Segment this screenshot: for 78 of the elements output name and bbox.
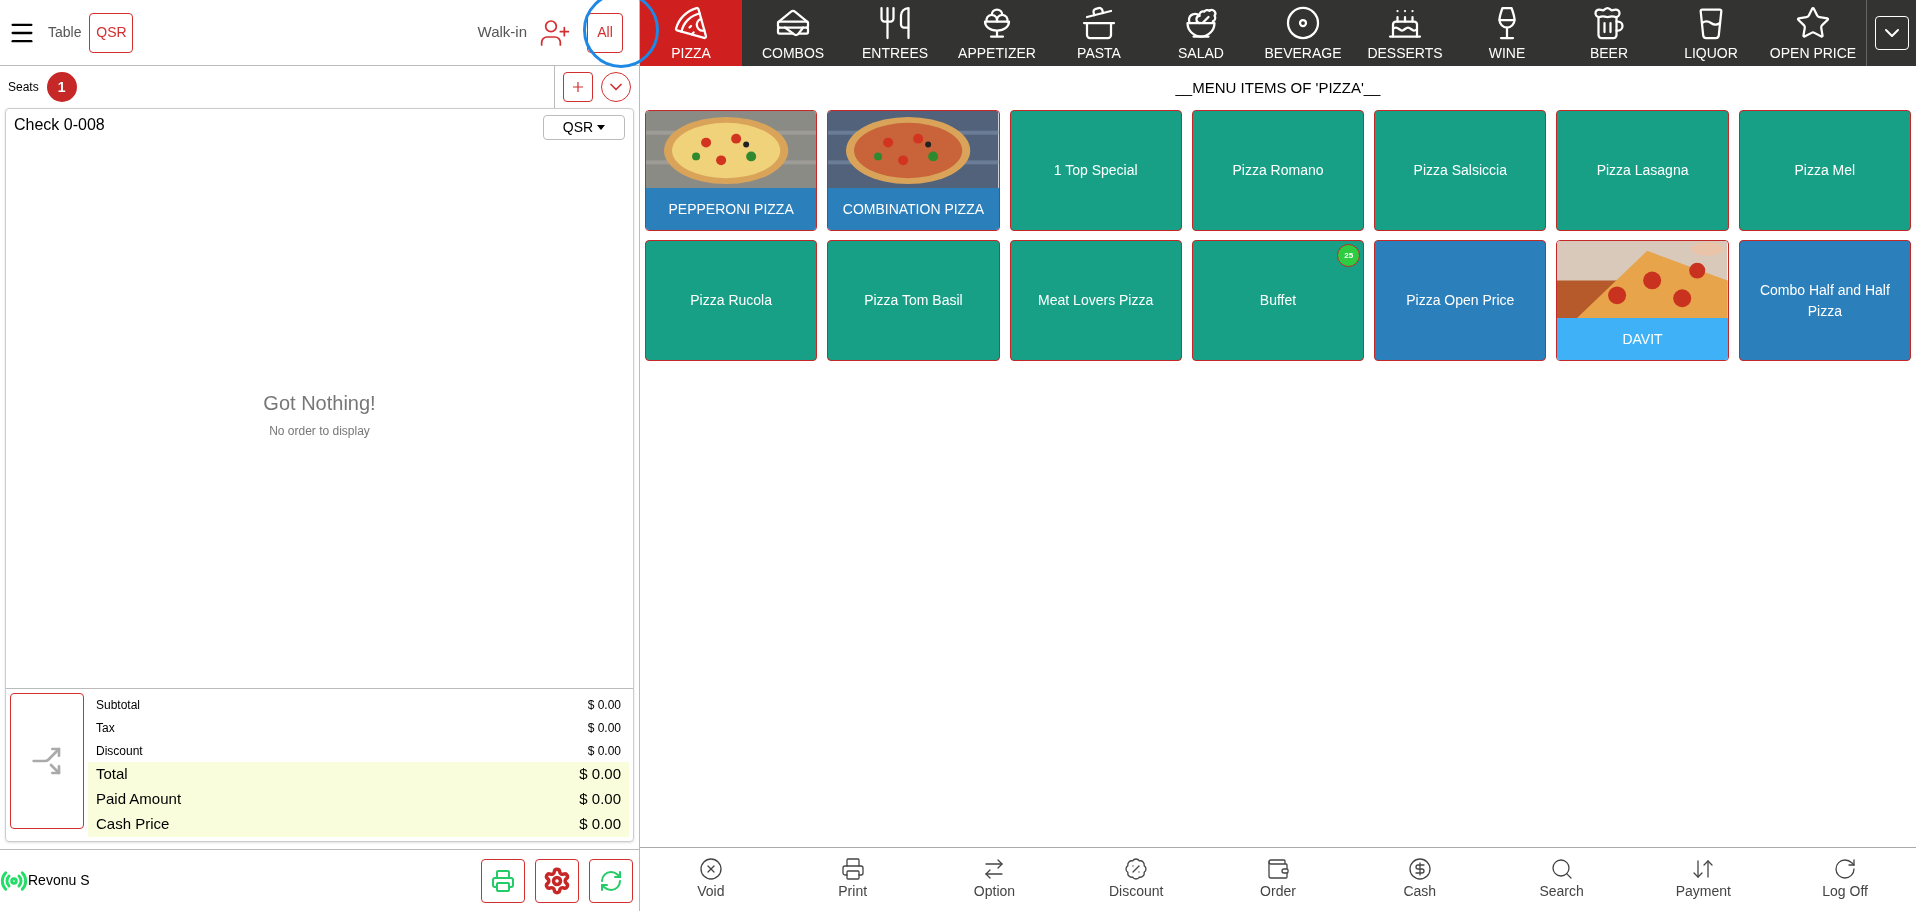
more-categories-button[interactable]: [1874, 16, 1909, 50]
menu-item-tile[interactable]: Combo Half and Half Pizza: [1738, 240, 1911, 361]
utensils-icon: [877, 5, 913, 41]
printer-button[interactable]: [481, 858, 525, 903]
search-icon: [1549, 857, 1574, 881]
dollar-icon: [1407, 857, 1432, 881]
total-value: $ 0.00: [587, 742, 621, 760]
printer-icon: [491, 868, 515, 893]
seat-count-badge[interactable]: 1: [46, 72, 77, 102]
total-value: $ 0.00: [587, 696, 621, 714]
category-tab[interactable]: BEER: [1558, 0, 1660, 66]
toolbar-button[interactable]: Cash: [1348, 857, 1491, 902]
total-label: Tax: [96, 719, 115, 737]
total-label: Paid Amount: [96, 789, 182, 810]
category-tab[interactable]: COMBOS: [742, 0, 844, 66]
filter-button[interactable]: All: [587, 12, 623, 53]
category-tab[interactable]: BEVERAGE: [1252, 0, 1354, 66]
check-title: Check 0-008: [14, 115, 105, 135]
category-tab[interactable]: PIZZA: [640, 0, 742, 66]
total-value: $ 0.00: [579, 814, 621, 835]
split-icon: [31, 745, 63, 777]
category-tab[interactable]: WINE: [1456, 0, 1558, 66]
status-label: Revonu S: [28, 871, 90, 890]
caret-icon: [597, 125, 606, 130]
total-value: $ 0.00: [579, 764, 621, 785]
disc-icon: [1285, 5, 1321, 41]
toolbar-button[interactable]: Payment: [1632, 857, 1775, 902]
printer-icon: [840, 857, 865, 881]
settings-icon: [543, 866, 571, 895]
refresh-arrow-icon: [1833, 857, 1858, 881]
menu-item-tile[interactable]: PEPPERONI PIZZA: [645, 110, 818, 231]
category-tab[interactable]: LIQUOR: [1660, 0, 1762, 66]
category-tab[interactable]: DESSERTS: [1354, 0, 1456, 66]
toolbar-button[interactable]: Log Off: [1774, 857, 1916, 902]
menu-item-tile[interactable]: Pizza Open Price: [1374, 240, 1547, 361]
toolbar-button[interactable]: Discount: [1065, 857, 1208, 902]
pot-icon: [1081, 5, 1117, 41]
table-label: Table: [48, 23, 82, 42]
settings-button[interactable]: [535, 858, 579, 903]
beer-mug-icon: [1591, 5, 1627, 41]
check-type-dropdown[interactable]: QSR: [543, 115, 625, 140]
sync-icon: [599, 868, 623, 893]
percent-icon: [1124, 857, 1149, 881]
menu-item-label: PEPPERONI PIZZA: [646, 188, 817, 230]
add-seat-button[interactable]: [563, 72, 593, 102]
category-tab[interactable]: ENTREES: [844, 0, 946, 66]
split-button[interactable]: [10, 693, 84, 829]
empty-subtitle: No order to display: [269, 423, 370, 440]
category-tab[interactable]: OPEN PRICE: [1762, 0, 1864, 66]
category-tab[interactable]: PASTA: [1048, 0, 1150, 66]
sync-button[interactable]: [589, 858, 633, 903]
total-value: $ 0.00: [587, 719, 621, 737]
total-label: Discount: [96, 742, 143, 760]
wallet-icon: [1266, 857, 1290, 881]
toolbar-button[interactable]: Option: [923, 857, 1066, 902]
count-badge: 25: [1337, 244, 1361, 267]
close-circle-icon: [698, 857, 723, 881]
order-type-button[interactable]: QSR: [89, 12, 134, 53]
customer-label: Walk-in: [477, 22, 527, 43]
toolbar-button[interactable]: Void: [640, 857, 782, 902]
star-icon: [1795, 5, 1831, 41]
total-value: $ 0.00: [579, 789, 621, 810]
pizza-icon: [673, 5, 709, 41]
menu-item-label: COMBINATION PIZZA: [828, 188, 999, 230]
total-label: Cash Price: [96, 814, 170, 835]
category-tab[interactable]: SALAD: [1150, 0, 1252, 66]
toolbar-button[interactable]: Print: [781, 857, 924, 902]
seats-label: Seats: [8, 79, 39, 96]
empty-title: Got Nothing!: [263, 391, 376, 416]
total-label: Total: [96, 764, 128, 785]
plus-icon: [573, 82, 583, 92]
menu-item-tile[interactable]: COMBINATION PIZZA: [827, 110, 1000, 231]
toolbar-button[interactable]: Search: [1490, 857, 1633, 902]
toolbar-button[interactable]: Order: [1207, 857, 1349, 902]
total-label: Subtotal: [96, 696, 141, 714]
category-tab[interactable]: APPETIZER: [946, 0, 1048, 66]
menu-item-label: DAVIT: [1557, 318, 1728, 360]
menu-title: __MENU ITEMS OF 'PIZZA'__: [1175, 77, 1381, 98]
